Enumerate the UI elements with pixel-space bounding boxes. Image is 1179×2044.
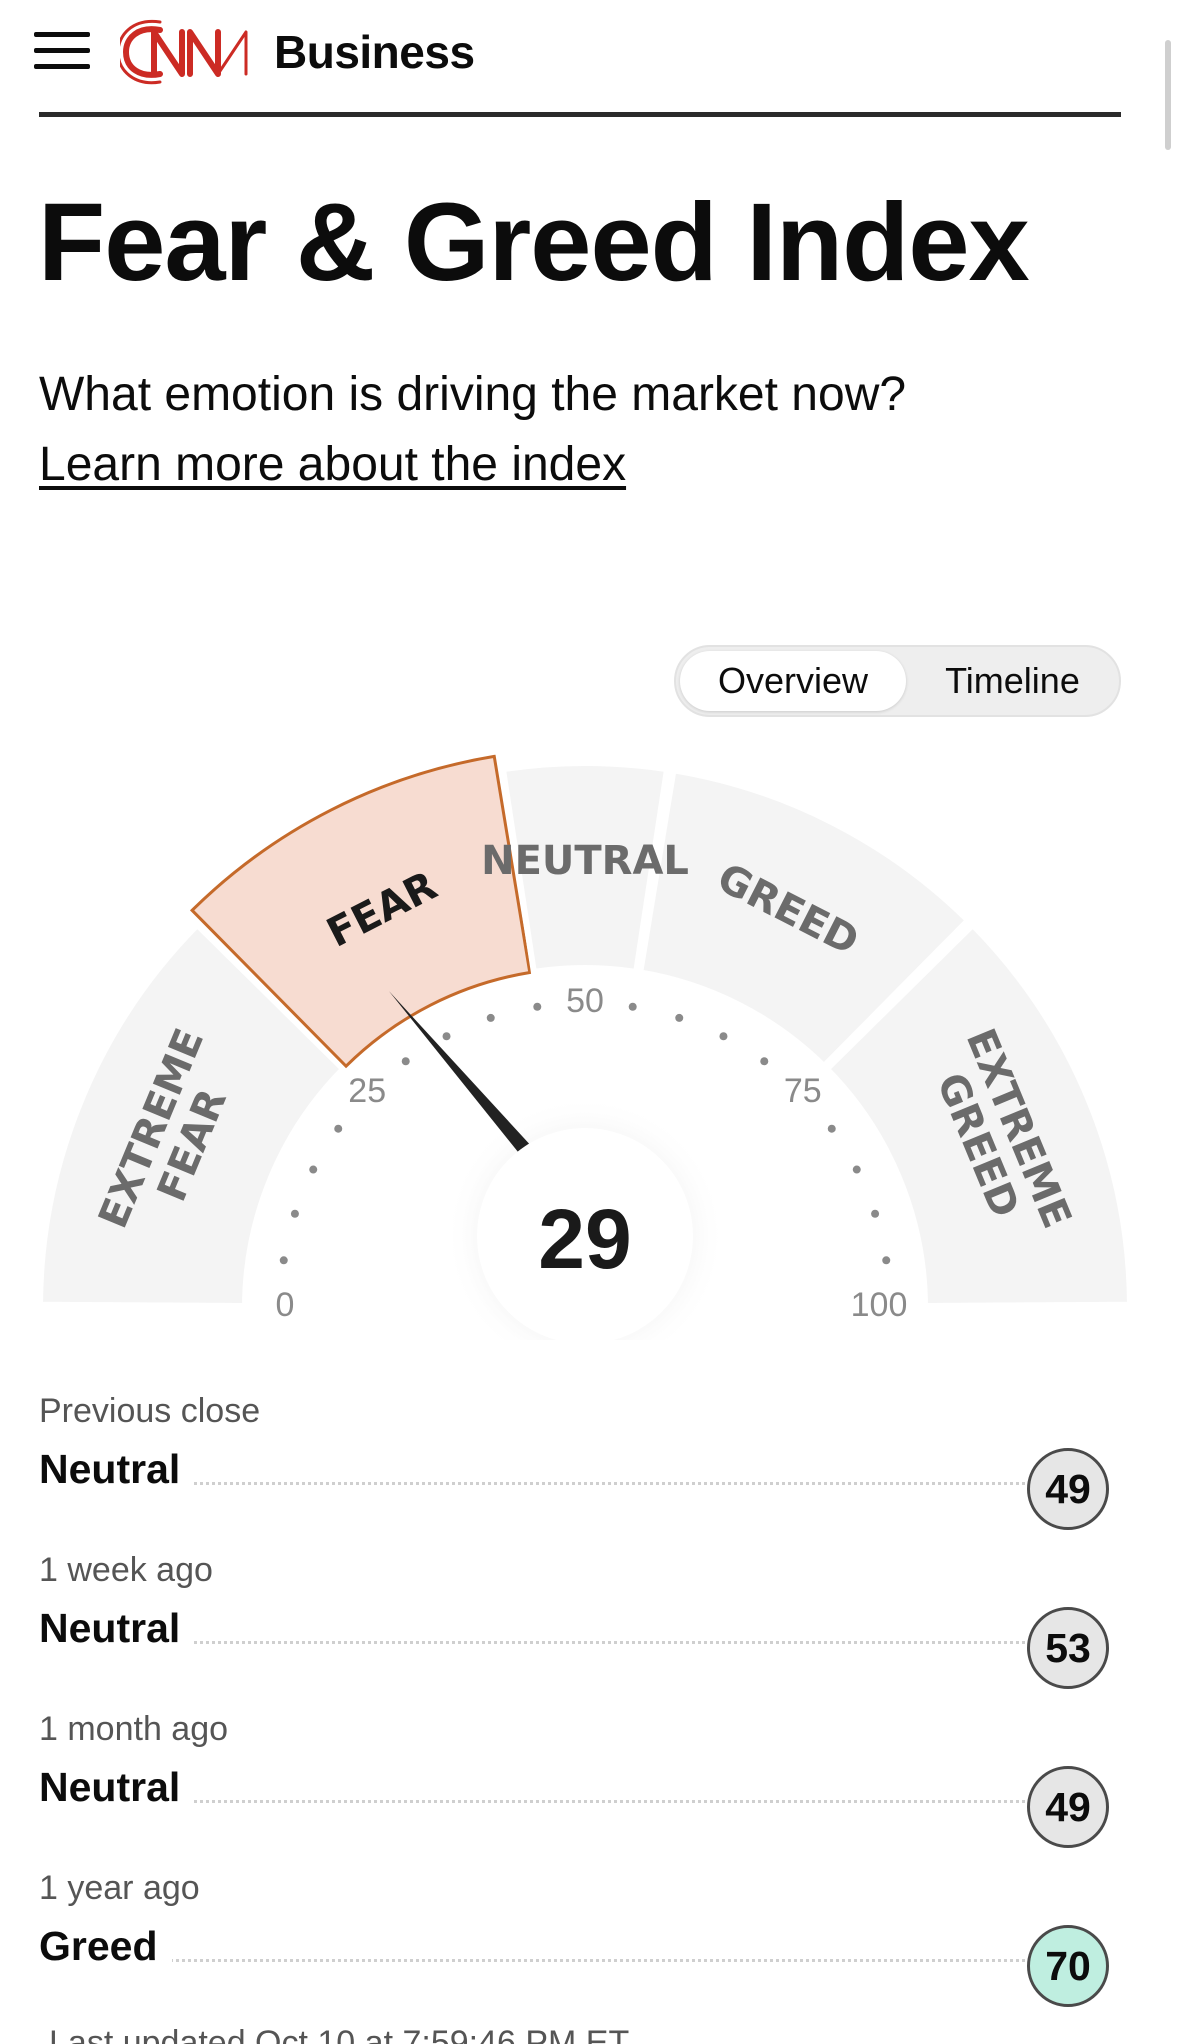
gauge-tick-dot — [533, 1002, 542, 1011]
last-updated: Last updated Oct 10 at 7:59:46 PM ET — [49, 2024, 630, 2044]
history-rating: Neutral — [39, 1446, 195, 1493]
gauge-tick-dot — [719, 1032, 728, 1041]
gauge-zone-label-neutral: NEUTRAL — [481, 838, 689, 884]
history-row: Previous close Neutral 49 — [39, 1392, 1121, 1551]
history-rating: Greed — [39, 1923, 172, 1970]
toggle-timeline[interactable]: Timeline — [910, 651, 1115, 711]
history-when: 1 year ago — [39, 1869, 200, 1907]
gauge-tick-label: 50 — [566, 982, 604, 1020]
gauge-tick-label: 0 — [276, 1286, 295, 1324]
history-when: 1 month ago — [39, 1710, 229, 1748]
cnn-business-logo[interactable]: Business — [120, 16, 475, 88]
gauge-tick-dot — [675, 1013, 684, 1022]
gauge-tick-label: 100 — [851, 1286, 908, 1324]
history-row: 1 year ago Greed 70 — [39, 1869, 1121, 2028]
history-leader — [39, 1959, 1037, 1962]
gauge-tick-dot — [290, 1209, 299, 1218]
site-header: Business — [0, 0, 1179, 118]
history-when: 1 week ago — [39, 1551, 213, 1589]
history-value: 70 — [1027, 1925, 1109, 2007]
gauge-tick-label: 25 — [348, 1072, 386, 1110]
history-list: Previous close Neutral 49 1 week ago Neutral… — [39, 1392, 1121, 2028]
gauge-tick-dot — [871, 1209, 880, 1218]
history-row: 1 month ago Neutral 49 — [39, 1710, 1121, 1869]
page-subtitle: What emotion is driving the market now? — [39, 368, 907, 421]
gauge-value: 29 — [538, 1192, 631, 1286]
history-value: 49 — [1027, 1448, 1109, 1530]
history-value: 53 — [1027, 1607, 1109, 1689]
gauge-tick-dot — [827, 1124, 836, 1133]
history-rating: Neutral — [39, 1764, 195, 1811]
history-value: 49 — [1027, 1766, 1109, 1848]
gauge-tick-dot — [882, 1256, 891, 1265]
header-divider — [39, 112, 1121, 117]
gauge-tick-label: 75 — [784, 1072, 822, 1110]
gauge-tick-dot — [760, 1057, 769, 1066]
section-name: Business — [274, 26, 475, 78]
cnn-logo-icon — [120, 17, 261, 87]
gauge-tick-dot — [309, 1165, 318, 1174]
learn-more-link[interactable]: Learn more about the index — [39, 436, 626, 494]
gauge-tick-dot — [279, 1256, 288, 1265]
scrollbar[interactable] — [1165, 40, 1171, 150]
toggle-overview[interactable]: Overview — [680, 651, 906, 711]
gauge-tick-dot — [334, 1124, 343, 1133]
page-title: Fear & Greed Index — [38, 181, 1030, 304]
gauge-tick-dot — [628, 1002, 637, 1011]
history-rating: Neutral — [39, 1605, 195, 1652]
gauge-tick-dot — [401, 1057, 410, 1066]
gauge-tick-dot — [486, 1013, 495, 1022]
history-when: Previous close — [39, 1392, 261, 1430]
view-toggle: Overview Timeline — [674, 645, 1121, 717]
gauge-tick-dot — [442, 1032, 451, 1041]
gauge-tick-dot — [852, 1165, 861, 1174]
hamburger-menu-icon[interactable] — [34, 28, 92, 72]
fear-greed-gauge: 0255075100 EXTREMEFEARFEARNEUTRAL GREEDEX… — [36, 754, 1134, 1340]
history-row: 1 week ago Neutral 53 — [39, 1551, 1121, 1710]
